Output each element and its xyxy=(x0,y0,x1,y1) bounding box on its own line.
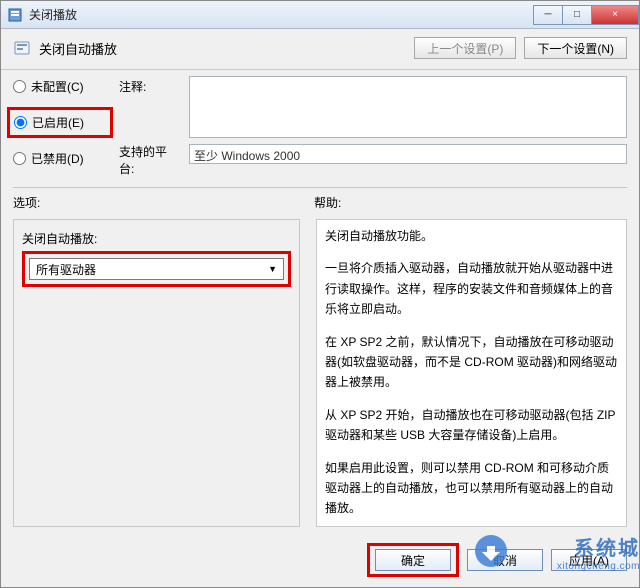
dialog-title: 关闭自动播放 xyxy=(39,39,406,58)
separator xyxy=(13,187,627,188)
fields-column: 至少 Windows 2000 xyxy=(189,76,627,177)
radio-disabled[interactable]: 已禁用(D) xyxy=(13,150,109,167)
radio-not-configured[interactable]: 未配置(C) xyxy=(13,78,109,95)
comment-label: 注释: xyxy=(119,78,179,95)
help-p2: 一旦将介质插入驱动器，自动播放就开始从驱动器中进行读取操作。这样，程序的安装文件… xyxy=(325,258,618,319)
policy-icon xyxy=(13,39,31,57)
dialog-footer: 确定 取消 应用(A) xyxy=(1,535,639,587)
help-p4: 从 XP SP2 开始，自动播放也在可移动驱动器(包括 ZIP 驱动器和某些 U… xyxy=(325,405,618,446)
main-content: 未配置(C) 已启用(E) 已禁用(D) 注释: 支持的平台: xyxy=(1,70,639,535)
app-icon xyxy=(7,7,23,23)
highlight-select: 所有驱动器 ▼ xyxy=(22,251,291,287)
apply-button[interactable]: 应用(A) xyxy=(551,549,627,571)
drives-select[interactable]: 所有驱动器 ▼ xyxy=(29,258,284,280)
help-heading: 帮助: xyxy=(314,194,627,211)
help-p3: 在 XP SP2 之前，默认情况下，自动播放在可移动驱动器(如软盘驱动器，而不是… xyxy=(325,332,618,393)
options-column: 关闭自动播放: 所有驱动器 ▼ xyxy=(13,219,300,527)
mid-labels: 选项: 帮助: xyxy=(13,192,627,213)
minimize-button[interactable]: ─ xyxy=(533,5,563,25)
supported-on-label: 支持的平台: xyxy=(119,143,179,177)
prev-setting-button[interactable]: 上一个设置(P) xyxy=(414,37,516,59)
highlight-ok: 确定 xyxy=(367,543,459,577)
dialog-window: 关闭播放 ─ □ × 关闭自动播放 上一个设置(P) 下一个设置(N) 未配置(… xyxy=(0,0,640,588)
close-button[interactable]: × xyxy=(591,5,639,25)
help-p5: 如果启用此设置，则可以禁用 CD-ROM 和可移动介质驱动器上的自动播放，也可以… xyxy=(325,458,618,519)
radio-not-configured-label: 未配置(C) xyxy=(31,78,84,95)
help-column: 关闭自动播放功能。 一旦将介质插入驱动器，自动播放就开始从驱动器中进行读取操作。… xyxy=(316,219,627,527)
options-group: 关闭自动播放: 所有驱动器 ▼ xyxy=(13,219,300,527)
cancel-button[interactable]: 取消 xyxy=(467,549,543,571)
radio-enabled[interactable]: 已启用(E) xyxy=(14,114,104,131)
help-p1: 关闭自动播放功能。 xyxy=(325,226,618,246)
radio-column: 未配置(C) 已启用(E) 已禁用(D) xyxy=(13,76,109,177)
radio-disabled-label: 已禁用(D) xyxy=(31,150,84,167)
bottom-section: 关闭自动播放: 所有驱动器 ▼ 关闭自动播放功能。 一旦将介质插入驱动器，自动播… xyxy=(13,219,627,527)
radio-disabled-input[interactable] xyxy=(13,152,26,165)
supported-on-field: 至少 Windows 2000 xyxy=(189,144,627,164)
options-heading: 选项: xyxy=(13,194,314,211)
next-setting-button[interactable]: 下一个设置(N) xyxy=(524,37,627,59)
chevron-down-icon: ▼ xyxy=(268,264,277,274)
window-controls: ─ □ × xyxy=(534,5,639,25)
help-text-box[interactable]: 关闭自动播放功能。 一旦将介质插入驱动器，自动播放就开始从驱动器中进行读取操作。… xyxy=(316,219,627,527)
drives-select-value: 所有驱动器 xyxy=(36,261,96,278)
maximize-button[interactable]: □ xyxy=(562,5,592,25)
ok-button[interactable]: 确定 xyxy=(375,549,451,571)
autoplay-off-label: 关闭自动播放: xyxy=(22,230,291,247)
titlebar: 关闭播放 ─ □ × xyxy=(1,1,639,29)
top-section: 未配置(C) 已启用(E) 已禁用(D) 注释: 支持的平台: xyxy=(13,70,627,177)
radio-enabled-input[interactable] xyxy=(14,116,27,129)
header-row: 关闭自动播放 上一个设置(P) 下一个设置(N) xyxy=(1,29,639,70)
comment-textarea[interactable] xyxy=(189,76,627,138)
radio-not-configured-input[interactable] xyxy=(13,80,26,93)
radio-enabled-label: 已启用(E) xyxy=(32,114,84,131)
highlight-enabled: 已启用(E) xyxy=(7,107,113,138)
window-title: 关闭播放 xyxy=(29,6,77,23)
field-labels-column: 注释: 支持的平台: xyxy=(119,76,179,177)
